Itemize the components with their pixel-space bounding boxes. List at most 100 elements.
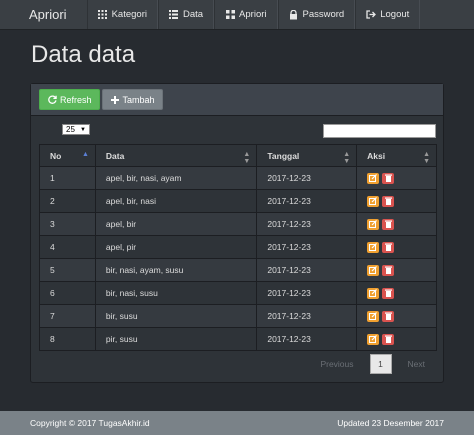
pagination: Previous 1 Next	[312, 354, 433, 374]
header-label: No	[50, 150, 62, 161]
refresh-button[interactable]: Refresh	[39, 89, 100, 110]
table-row: 8 pir, susu 2017-12-23	[39, 327, 437, 351]
previous-button[interactable]: Previous	[312, 354, 361, 374]
caret-down-icon: ▼	[80, 127, 86, 133]
nav-label: Password	[302, 9, 345, 20]
sort-asc-icon: ▲	[81, 151, 89, 158]
sort-icon: ▲ ▼	[343, 151, 351, 165]
cell-no: 8	[39, 327, 96, 351]
cell-tanggal: 2017-12-23	[256, 258, 358, 282]
cell-tanggal: 2017-12-23	[256, 212, 358, 236]
cell-data: apel, pir	[94, 235, 258, 259]
cell-data: bir, susu	[94, 304, 258, 328]
cell-no: 4	[39, 235, 96, 259]
nav-item-apriori[interactable]: Apriori	[214, 0, 278, 29]
nav-item-logout[interactable]: Logout	[355, 0, 421, 29]
table-row: 7 bir, susu 2017-12-23	[39, 304, 437, 328]
edit-button[interactable]	[367, 264, 380, 276]
search-input[interactable]	[323, 124, 436, 138]
cell-no: 7	[39, 304, 96, 328]
edit-button[interactable]	[367, 241, 380, 253]
cell-aksi	[356, 189, 437, 213]
cell-aksi	[356, 258, 437, 282]
edit-button[interactable]	[367, 333, 380, 345]
add-button[interactable]: Tambah	[101, 89, 163, 110]
cell-aksi	[356, 235, 437, 259]
brand[interactable]: Apriori	[0, 0, 81, 29]
add-label: Tambah	[122, 94, 155, 105]
table-controls: 25 ▼	[31, 116, 443, 142]
header-label: Tanggal	[267, 150, 300, 161]
footer: Copyright © 2017 TugasAkhir.id Updated 2…	[0, 411, 474, 435]
row-actions	[367, 264, 426, 276]
cell-tanggal: 2017-12-23	[256, 235, 358, 259]
cell-aksi	[356, 212, 437, 236]
delete-button[interactable]	[382, 310, 395, 322]
cell-aksi	[356, 166, 437, 190]
table-row: 4 apel, pir 2017-12-23	[39, 235, 437, 259]
row-actions	[367, 172, 426, 184]
panel-toolbar: Refresh Tambah	[31, 84, 443, 116]
table-header-row: No ▲ Data ▲ ▼ Tanggal ▲ ▼ Aksi ▲ ▼	[39, 144, 437, 167]
edit-button[interactable]	[367, 218, 380, 230]
list-icon	[169, 10, 179, 20]
edit-button[interactable]	[367, 287, 380, 299]
row-actions	[367, 241, 426, 253]
table-row: 5 bir, nasi, ayam, susu 2017-12-23	[39, 258, 437, 282]
page-title: Data data	[31, 41, 136, 68]
nav-label: Kategori	[111, 9, 147, 20]
delete-button[interactable]	[382, 195, 395, 207]
refresh-icon	[47, 95, 57, 105]
page-size-value: 25	[66, 125, 75, 134]
cell-no: 5	[39, 258, 96, 282]
grid-icon	[225, 10, 235, 20]
table-row: 3 apel, bir 2017-12-23	[39, 212, 437, 236]
cell-tanggal: 2017-12-23	[256, 166, 358, 190]
copyright-text: Copyright © 2017 TugasAkhir.id	[30, 418, 150, 428]
cell-aksi	[356, 304, 437, 328]
delete-button[interactable]	[382, 218, 395, 230]
cell-tanggal: 2017-12-23	[256, 189, 358, 213]
delete-button[interactable]	[382, 241, 395, 253]
cell-no: 1	[39, 166, 96, 190]
header-label: Data	[105, 150, 125, 161]
edit-button[interactable]	[367, 195, 380, 207]
column-header-aksi[interactable]: Aksi ▲ ▼	[356, 144, 437, 167]
delete-button[interactable]	[382, 264, 395, 276]
cell-aksi	[356, 327, 437, 351]
row-actions	[367, 287, 426, 299]
nav-item-password[interactable]: Password	[277, 0, 356, 29]
nav-items: Kategori Data Apriori Password Logout	[86, 0, 421, 29]
table-row: 2 apel, bir, nasi 2017-12-23	[39, 189, 437, 213]
cell-data: apel, bir, nasi	[94, 189, 258, 213]
delete-button[interactable]	[382, 172, 395, 184]
row-actions	[367, 333, 426, 345]
row-actions	[367, 218, 426, 230]
data-table: No ▲ Data ▲ ▼ Tanggal ▲ ▼ Aksi ▲ ▼ 1 apel, b…	[39, 144, 437, 351]
page-size-select[interactable]: 25 ▼	[62, 124, 90, 135]
nav-item-kategori[interactable]: Kategori	[86, 0, 158, 29]
cell-data: apel, bir, nasi, ayam	[94, 166, 258, 190]
updated-text: Updated 23 Desember 2017	[337, 418, 444, 428]
cell-data: apel, bir	[94, 212, 258, 236]
delete-button[interactable]	[382, 287, 395, 299]
cell-data: pir, susu	[94, 327, 258, 351]
refresh-label: Refresh	[60, 94, 92, 105]
sort-icon: ▲ ▼	[243, 151, 251, 165]
logout-icon	[366, 10, 377, 20]
nav-label: Data	[182, 9, 204, 20]
page-1-button[interactable]: 1	[369, 354, 392, 374]
nav-item-data[interactable]: Data	[157, 0, 215, 29]
delete-button[interactable]	[382, 333, 395, 345]
edit-button[interactable]	[367, 310, 380, 322]
column-header-data[interactable]: Data ▲ ▼	[94, 144, 258, 167]
data-panel: Refresh Tambah 25 ▼ No ▲ Data ▲ ▼ Tangga…	[30, 83, 444, 383]
edit-button[interactable]	[367, 172, 380, 184]
row-actions	[367, 195, 426, 207]
column-header-no[interactable]: No ▲	[39, 144, 96, 167]
column-header-tanggal[interactable]: Tanggal ▲ ▼	[256, 144, 358, 167]
cell-tanggal: 2017-12-23	[256, 304, 358, 328]
navbar: Apriori Kategori Data Apriori Password L…	[0, 0, 474, 30]
header-label: Aksi	[367, 150, 386, 161]
next-button[interactable]: Next	[400, 354, 433, 374]
